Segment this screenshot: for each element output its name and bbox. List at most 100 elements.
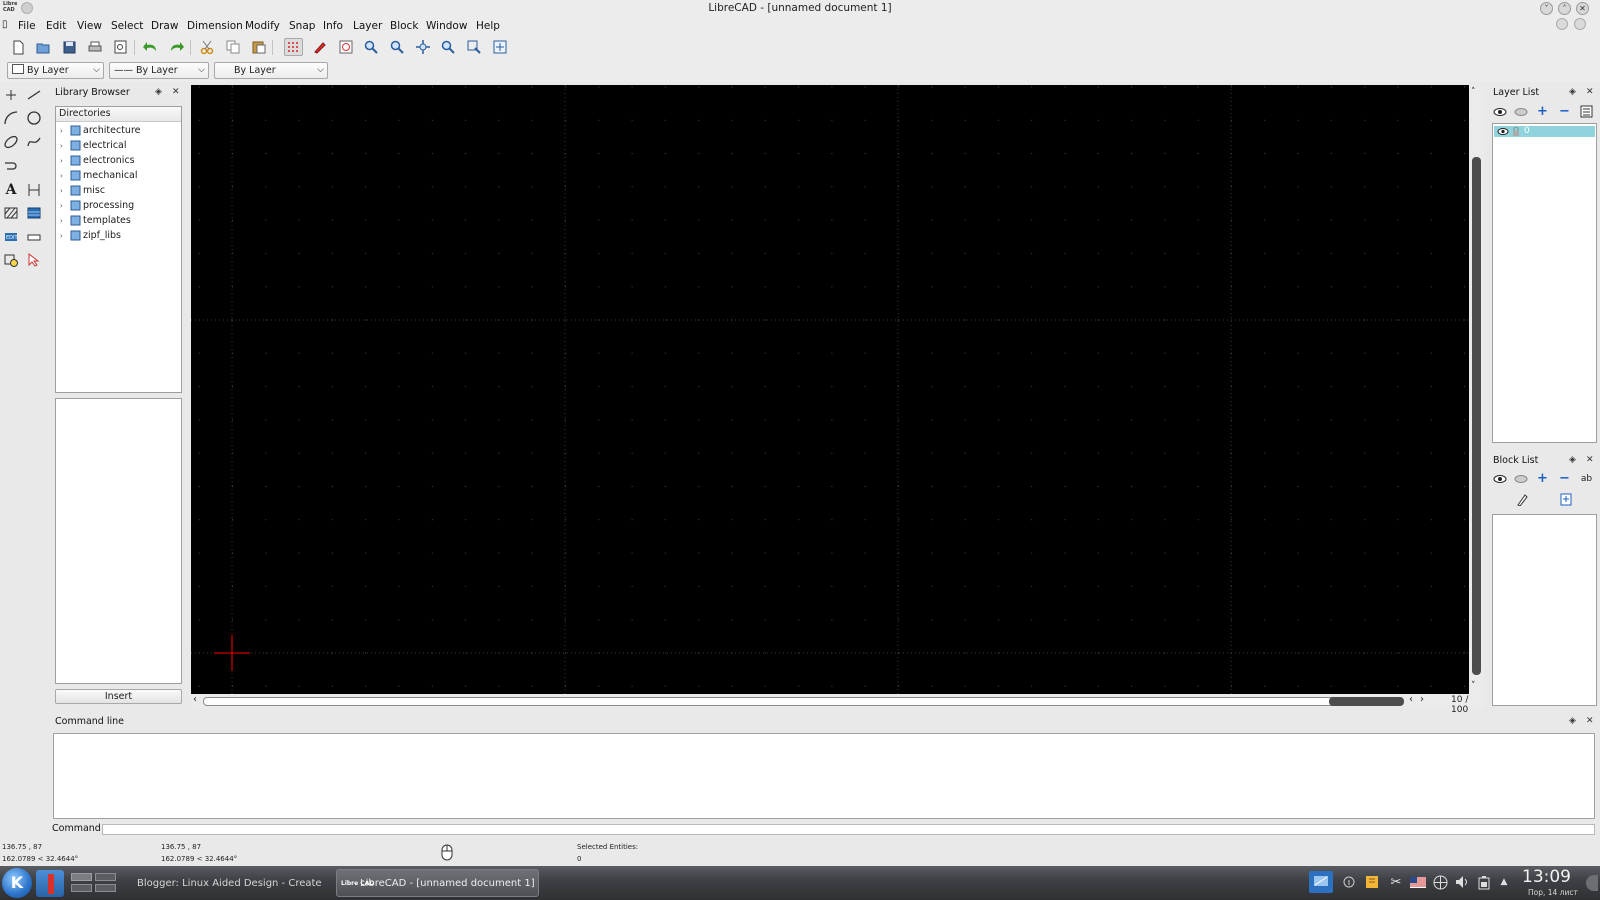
lock-icon[interactable] — [1512, 127, 1520, 136]
dock-float-button[interactable]: ◈ — [1569, 716, 1576, 726]
horizontal-scroll-thumb[interactable] — [1329, 697, 1404, 706]
undo-button[interactable] — [141, 38, 160, 56]
block-list[interactable] — [1492, 514, 1597, 706]
menu-help[interactable]: Help — [476, 20, 500, 32]
remove-layer-button[interactable]: − — [1555, 103, 1574, 120]
task-blogger[interactable]: Blogger: Linux Aided Design - Create P — [126, 869, 322, 897]
window-zoom-button[interactable] — [464, 38, 483, 56]
expand-arrow-icon[interactable]: › — [60, 187, 70, 195]
menu-layer[interactable]: Layer — [353, 20, 382, 32]
add-layer-button[interactable]: + — [1533, 103, 1552, 120]
network-tray-icon[interactable] — [1430, 871, 1450, 893]
scroll-left-end-icon[interactable]: ‹ — [1409, 694, 1413, 705]
menu-select[interactable]: Select — [111, 20, 143, 32]
draft-mode-button[interactable] — [310, 38, 329, 56]
library-directory-tree[interactable]: Directories ›architecture ›electrical ›e… — [55, 106, 182, 393]
edit-layer-button[interactable] — [1577, 103, 1596, 120]
dock-close-button[interactable]: ✕ — [1586, 87, 1594, 97]
scroll-down-icon[interactable]: ˅ — [1471, 681, 1476, 691]
text-tool-button[interactable]: A — [1, 180, 21, 200]
tray-expand-button[interactable]: ▲ — [1498, 871, 1510, 893]
open-file-button[interactable] — [34, 38, 53, 56]
expand-arrow-icon[interactable]: › — [60, 217, 70, 225]
insert-block-button[interactable] — [1556, 491, 1575, 508]
points-tool-button[interactable] — [1, 85, 21, 105]
library-preview-list[interactable] — [55, 398, 182, 684]
drawing-canvas[interactable] — [191, 85, 1469, 694]
rename-block-button[interactable]: ab — [1577, 470, 1596, 487]
ellipse-tool-button[interactable] — [1, 132, 21, 152]
remove-block-button[interactable]: − — [1555, 470, 1574, 487]
volume-tray-icon[interactable] — [1452, 871, 1472, 893]
new-file-button[interactable] — [9, 38, 28, 56]
horizontal-scroll-track[interactable] — [203, 697, 1399, 706]
library-dir-mechanical[interactable]: ›mechanical — [60, 168, 138, 183]
pen-color-select[interactable]: By Layer⌵ — [7, 62, 104, 79]
menu-block[interactable]: Block — [390, 20, 418, 32]
menu-draw[interactable]: Draw — [151, 20, 178, 32]
paste-button[interactable] — [249, 38, 268, 56]
command-history[interactable] — [53, 733, 1595, 819]
line-tool-button[interactable] — [24, 85, 44, 105]
battery-tray-icon[interactable] — [1474, 871, 1494, 893]
scroll-up-icon[interactable]: ˄ — [1471, 87, 1476, 97]
notes-tray-icon[interactable] — [1362, 871, 1382, 893]
klipper-tray-icon[interactable]: ✂ — [1386, 871, 1406, 893]
expand-arrow-icon[interactable]: › — [60, 157, 70, 165]
edit-block-button[interactable] — [1512, 491, 1531, 508]
panel-toolbox-button[interactable] — [1586, 875, 1598, 891]
show-desktop-button[interactable] — [36, 870, 64, 897]
vertical-scroll-thumb[interactable] — [1472, 157, 1481, 675]
library-dir-zipf-libs[interactable]: ›zipf_libs — [60, 228, 121, 243]
menu-snap[interactable]: Snap — [289, 20, 315, 32]
library-dir-architecture[interactable]: ›architecture — [60, 123, 140, 138]
spline-tool-button[interactable] — [24, 132, 44, 152]
library-dir-electrical[interactable]: ›electrical — [60, 138, 127, 153]
info-tray-icon[interactable] — [1339, 871, 1359, 893]
task-librecad[interactable]: Libre CAD LibreCAD - [unnamed document 1… — [336, 869, 539, 897]
expand-arrow-icon[interactable]: › — [60, 232, 70, 240]
image-tool-button[interactable] — [24, 203, 44, 223]
mdi-minimize-button[interactable] — [1556, 18, 1568, 30]
menu-info[interactable]: Info — [323, 20, 343, 32]
menu-edit[interactable]: Edit — [46, 20, 66, 32]
dock-close-button[interactable]: ✕ — [172, 87, 180, 97]
zoom-in-button[interactable] — [361, 38, 380, 56]
library-dir-misc[interactable]: ›misc — [60, 183, 105, 198]
minimize-button[interactable]: ˅ — [1540, 2, 1553, 15]
polyline-tool-button[interactable] — [1, 155, 21, 175]
redraw-button[interactable] — [336, 38, 355, 56]
expand-arrow-icon[interactable]: › — [60, 142, 70, 150]
pager-desktop-2[interactable] — [95, 873, 116, 881]
select-tool-button[interactable] — [24, 250, 44, 270]
insert-button[interactable]: Insert — [55, 689, 182, 704]
expand-arrow-icon[interactable]: › — [60, 202, 70, 210]
add-block-button[interactable]: + — [1533, 470, 1552, 487]
pager-desktop-3[interactable] — [71, 884, 92, 892]
maximize-button[interactable]: ˄ — [1558, 2, 1571, 15]
library-dir-electronics[interactable]: ›electronics — [60, 153, 135, 168]
zoom-out-button[interactable] — [387, 38, 406, 56]
dock-float-button[interactable]: ◈ — [155, 87, 162, 97]
toggle-grid-button[interactable] — [284, 38, 303, 56]
scroll-right-icon[interactable]: › — [1420, 694, 1424, 705]
print-preview-button[interactable] — [111, 38, 130, 56]
pager-desktop-1[interactable] — [71, 873, 92, 881]
menu-view[interactable]: View — [77, 20, 102, 32]
dock-float-button[interactable]: ◈ — [1569, 87, 1576, 97]
dock-close-button[interactable]: ✕ — [1586, 716, 1594, 726]
eye-icon[interactable] — [1497, 127, 1509, 136]
menu-window[interactable]: Window — [426, 20, 467, 32]
keyboard-layout-tray-icon[interactable] — [1408, 871, 1428, 893]
dock-close-button[interactable]: ✕ — [1586, 455, 1594, 465]
show-all-blocks-button[interactable] — [1490, 470, 1509, 487]
layer-row[interactable]: 0 — [1494, 126, 1595, 137]
dimension-tool-button[interactable] — [24, 180, 44, 200]
pen-width-select[interactable]: —— By Layer⌵ — [109, 62, 209, 79]
hide-all-blocks-button[interactable] — [1511, 470, 1530, 487]
scroll-left-icon[interactable]: ‹ — [193, 694, 197, 705]
copy-button[interactable] — [223, 38, 242, 56]
modify-tool-button[interactable] — [24, 227, 44, 247]
start-menu-button[interactable]: K — [2, 868, 32, 898]
previous-view-button[interactable] — [438, 38, 457, 56]
